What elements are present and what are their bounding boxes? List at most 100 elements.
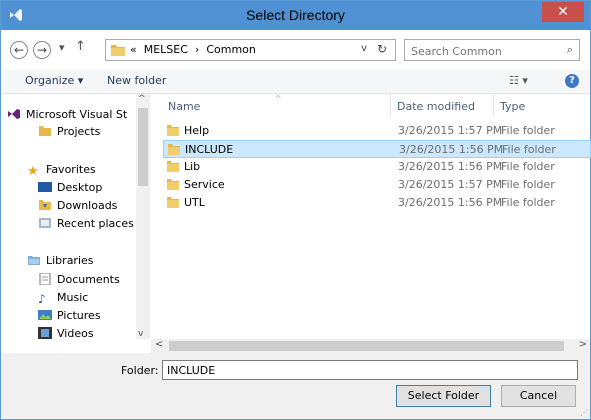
search-icon[interactable]: ⌕ [567, 43, 573, 57]
nav-item-label: Pictures [57, 309, 101, 322]
organize-button[interactable]: Organize ▾ [25, 74, 83, 87]
nav-item-label: Music [57, 291, 89, 304]
file-list: ^ Name Date modified Type Help 3/26/2015 … [151, 94, 591, 339]
table-row[interactable]: Service 3/26/2015 1:57 PM File folder [163, 176, 591, 194]
recent-locations-dropdown[interactable]: ▾ [59, 41, 65, 54]
videos-icon [38, 327, 52, 339]
nav-item-label: Microsoft Visual St [26, 108, 128, 121]
nav-scrollbar[interactable]: ^ v [136, 94, 150, 339]
recent-places-icon [39, 218, 51, 228]
resize-grip-icon[interactable]: ⋰ [580, 408, 588, 417]
navigation-pane: Microsoft Visual St Projects ★ Favorites … [1, 94, 151, 339]
nav-item-label: Videos [57, 327, 94, 339]
file-date-modified: 3/26/2015 1:56 PM [399, 143, 504, 156]
select-directory-dialog: Select Directory ✕ ← → ▾ ↑ « MELSEC › Co… [0, 0, 591, 420]
breadcrumb-separator-icon[interactable]: › [195, 43, 199, 56]
select-folder-button[interactable]: Select Folder [396, 385, 491, 407]
command-bar: Organize ▾ New folder ☷ ▾ ? [1, 70, 590, 94]
back-button[interactable]: ← [10, 41, 28, 59]
folder-icon [167, 161, 179, 172]
file-name: Help [184, 124, 210, 137]
sort-ascending-icon: ^ [275, 94, 282, 103]
nav-item-label: Recent places [57, 217, 134, 230]
table-row[interactable]: Help 3/26/2015 1:57 PM File folder [163, 122, 591, 140]
column-divider[interactable] [390, 94, 391, 116]
nav-item-recent-places[interactable]: Recent places [38, 217, 134, 235]
nav-item-libraries[interactable]: Libraries [27, 254, 94, 272]
scroll-up-icon[interactable]: ^ [138, 94, 146, 104]
visual-studio-icon [8, 109, 20, 119]
folder-label: Folder: [121, 364, 159, 377]
file-date-modified: 3/26/2015 1:57 PM [398, 124, 503, 137]
file-name: INCLUDE [185, 143, 234, 156]
table-row[interactable]: UTL 3/26/2015 1:56 PM File folder [163, 194, 591, 212]
horizontal-scrollbar[interactable]: < > [151, 339, 590, 353]
horizontal-scroll-thumb[interactable] [169, 341, 564, 351]
file-type: File folder [501, 160, 555, 173]
breadcrumb: « MELSEC › Common [130, 43, 256, 56]
breadcrumb-item[interactable]: Common [206, 43, 256, 56]
nav-item-favorites[interactable]: ★ Favorites [27, 163, 96, 181]
nav-pane-footer [1, 339, 151, 353]
file-date-modified: 3/26/2015 1:57 PM [398, 178, 503, 191]
table-row[interactable]: Lib 3/26/2015 1:56 PM File folder [163, 158, 591, 176]
table-row[interactable]: INCLUDE 3/26/2015 1:56 PM File folder [163, 140, 591, 158]
file-date-modified: 3/26/2015 1:56 PM [398, 196, 503, 209]
window-title: Select Directory [246, 7, 345, 23]
nav-item-downloads[interactable]: Downloads [38, 199, 117, 217]
nav-item-projects[interactable]: Projects [38, 125, 100, 143]
column-divider[interactable] [493, 94, 494, 116]
up-button[interactable]: ↑ [75, 39, 86, 54]
file-name: Lib [184, 160, 201, 173]
scroll-down-icon[interactable]: v [138, 329, 143, 339]
music-icon: ♪ [38, 292, 46, 306]
nav-item-videos[interactable]: Videos [38, 327, 94, 339]
column-header-type[interactable]: Type [500, 100, 525, 113]
column-header-name[interactable]: Name [168, 100, 200, 113]
folder-field[interactable] [162, 360, 578, 380]
nav-item-visual-studio[interactable]: Microsoft Visual St [7, 108, 127, 126]
change-view-icon[interactable]: ☷ ▾ [509, 74, 528, 87]
folder-icon [167, 125, 179, 136]
scroll-left-icon[interactable]: < [155, 339, 163, 350]
nav-item-label: Projects [57, 125, 101, 138]
libraries-icon [28, 256, 40, 265]
nav-item-desktop[interactable]: Desktop [38, 181, 102, 199]
cancel-button[interactable]: Cancel [501, 385, 576, 407]
scroll-right-icon[interactable]: > [579, 339, 587, 350]
nav-item-label: Downloads [57, 199, 118, 212]
address-dropdown-icon[interactable]: v [361, 43, 367, 54]
new-folder-button[interactable]: New folder [107, 74, 166, 87]
column-header-date-modified[interactable]: Date modified [397, 100, 475, 113]
folder-icon [111, 45, 125, 56]
nav-item-pictures[interactable]: Pictures [38, 309, 101, 327]
help-icon[interactable]: ? [565, 74, 579, 88]
dialog-footer: Folder: Select Folder Cancel ⋰ [1, 353, 590, 419]
breadcrumb-item[interactable]: MELSEC [144, 43, 188, 56]
file-name: Service [184, 178, 225, 191]
forward-button[interactable]: → [33, 41, 51, 59]
file-type: File folder [501, 178, 555, 191]
breadcrumb-overflow[interactable]: « [130, 43, 137, 56]
nav-item-documents[interactable]: Documents [38, 273, 120, 291]
nav-item-label: Libraries [46, 254, 94, 267]
file-type: File folder [501, 196, 555, 209]
search-box[interactable]: ⌕ [404, 39, 580, 61]
desktop-icon [38, 182, 52, 192]
downloads-icon [39, 200, 51, 210]
nav-item-music[interactable]: ♪ Music [38, 291, 88, 309]
refresh-icon[interactable]: ↻ [377, 42, 387, 56]
nav-item-label: Documents [57, 273, 120, 286]
nav-item-label: Desktop [57, 181, 103, 194]
file-name: UTL [184, 196, 205, 209]
title-bar[interactable]: Select Directory ✕ [1, 1, 590, 30]
address-row: ← → ▾ ↑ « MELSEC › Common v ↻ ⌕ [1, 30, 590, 70]
star-icon: ★ [27, 164, 39, 179]
pictures-icon [38, 310, 52, 320]
file-type: File folder [501, 124, 555, 137]
close-button[interactable]: ✕ [542, 2, 584, 22]
address-bar[interactable]: « MELSEC › Common v ↻ [105, 39, 396, 61]
search-input[interactable] [409, 42, 553, 60]
folder-icon [167, 179, 179, 190]
nav-scroll-thumb[interactable] [138, 108, 148, 186]
